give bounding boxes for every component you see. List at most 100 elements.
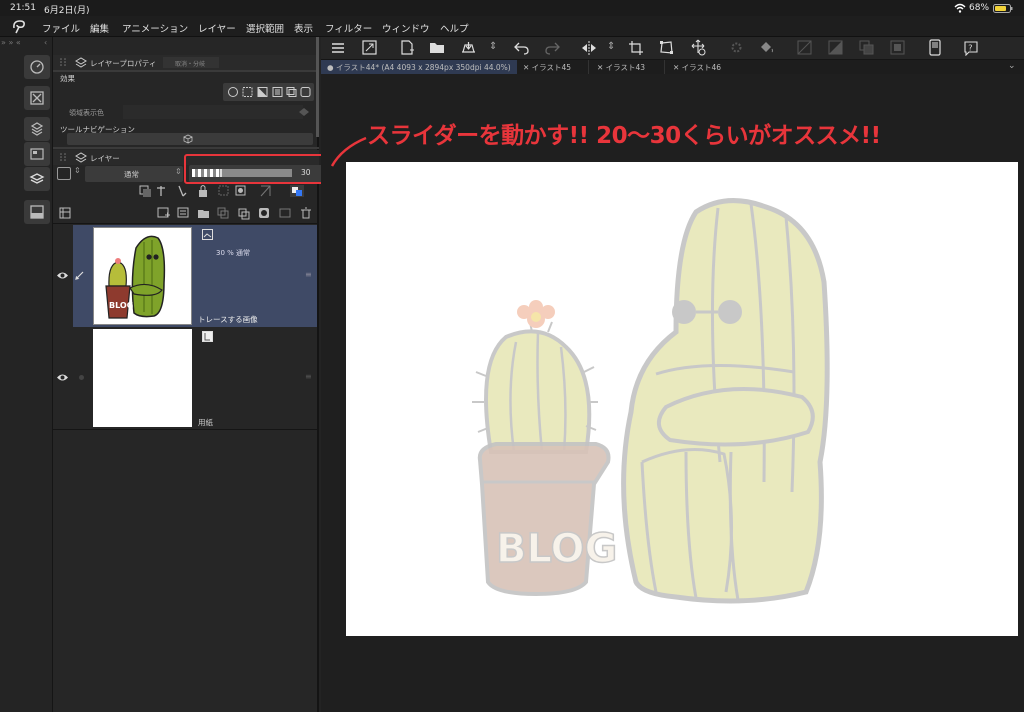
color-set-icon bbox=[30, 148, 44, 160]
layer-tab[interactable]: レイヤー bbox=[90, 153, 120, 167]
chevron-down-icon[interactable]: ⌄ bbox=[1008, 61, 1016, 71]
bucket-icon[interactable] bbox=[297, 107, 311, 118]
eye-icon[interactable] bbox=[56, 271, 69, 280]
layer-row-selected[interactable]: BLOG 30 % 通常 トレースする画像 ≡ bbox=[53, 225, 317, 327]
eye-icon-paper[interactable] bbox=[56, 373, 69, 382]
pen-icon[interactable] bbox=[75, 270, 85, 280]
device-icon[interactable] bbox=[928, 39, 942, 56]
layer-list-toggle-icon[interactable] bbox=[59, 207, 71, 219]
fill-icon[interactable] bbox=[758, 40, 775, 55]
menu-help[interactable]: ヘルプ bbox=[440, 21, 469, 35]
layer-panel-button[interactable] bbox=[24, 167, 50, 191]
document-tab-bar: ● イラスト44* (A4 4093 x 2894px 350dpi 44.0%… bbox=[321, 60, 1024, 74]
tab-label-43: イラスト43 bbox=[605, 63, 646, 72]
annotation-pointer-line bbox=[330, 136, 367, 167]
copy-selection-icon[interactable] bbox=[859, 40, 874, 55]
svg-text:BLOG: BLOG bbox=[109, 301, 133, 310]
tab-illust-45[interactable]: ✕ イラスト45 bbox=[519, 60, 589, 74]
color-set-button[interactable] bbox=[24, 142, 50, 166]
menu-view[interactable]: 表示 bbox=[294, 21, 313, 35]
blend-stepper-icon: ⇕ bbox=[175, 167, 182, 176]
drag-handle-icon[interactable] bbox=[59, 57, 67, 67]
paper-layer-icon bbox=[202, 331, 213, 342]
layer-thumbnail: BLOG bbox=[93, 227, 192, 325]
lock-transparency-toggle[interactable] bbox=[57, 167, 71, 180]
settings-icon-disabled[interactable] bbox=[729, 40, 744, 55]
pot-text: BLOG bbox=[496, 526, 617, 572]
cactus-thumbnail-image: BLOG bbox=[105, 235, 166, 319]
menu-animation[interactable]: アニメーション bbox=[122, 21, 188, 35]
navigator-button[interactable] bbox=[24, 55, 50, 79]
tab-label-46: イラスト46 bbox=[681, 63, 722, 72]
menu-filter[interactable]: フィルター bbox=[325, 21, 372, 35]
drag-handle-icon-2[interactable] bbox=[59, 152, 67, 162]
sub-tool-button[interactable] bbox=[24, 86, 50, 110]
crop-icon[interactable] bbox=[628, 40, 643, 56]
effect-icons[interactable] bbox=[227, 86, 311, 98]
display-color-field[interactable] bbox=[123, 105, 303, 119]
paper-lock-dot[interactable] bbox=[79, 375, 84, 380]
move-layer-icon[interactable] bbox=[690, 39, 707, 56]
menu-layer[interactable]: レイヤー bbox=[198, 21, 236, 35]
layer-name: トレースする画像 bbox=[198, 315, 258, 324]
menu-icon[interactable] bbox=[331, 42, 345, 54]
effects-button-group bbox=[223, 83, 314, 101]
layer-tools-row-2[interactable] bbox=[157, 206, 321, 220]
material-button[interactable] bbox=[24, 117, 50, 141]
paper-thumbnail bbox=[93, 329, 192, 427]
layer-drag-handle-icon[interactable]: ≡ bbox=[305, 270, 312, 279]
menu-selection[interactable]: 選択範囲 bbox=[246, 21, 284, 35]
layer-info: 30 % 通常 bbox=[216, 249, 251, 257]
transform-icon[interactable] bbox=[659, 40, 674, 56]
save-stepper-icon[interactable]: ⇕ bbox=[489, 41, 497, 52]
panel-divider-2 bbox=[53, 147, 319, 149]
stepper-icon[interactable]: ⇕ bbox=[74, 166, 81, 175]
layer-list-top-border bbox=[53, 223, 319, 224]
main-toolbar: ⇕ ⇕ ? bbox=[321, 37, 1024, 60]
navigator-icon bbox=[30, 60, 44, 74]
layer-tools-row-1[interactable] bbox=[139, 184, 315, 198]
menu-window[interactable]: ウィンドウ bbox=[382, 21, 430, 35]
panel-divider bbox=[53, 70, 319, 72]
help-icon[interactable]: ? bbox=[963, 40, 979, 56]
invert-selection-icon[interactable] bbox=[828, 40, 843, 55]
tab-illust-43[interactable]: ✕ イラスト43 bbox=[593, 60, 665, 74]
layers-icon bbox=[29, 173, 45, 184]
open-folder-icon[interactable] bbox=[429, 40, 446, 55]
close-icon[interactable]: ✕ bbox=[523, 63, 532, 72]
menu-file[interactable]: ファイル bbox=[42, 21, 80, 35]
redo-icon[interactable] bbox=[545, 41, 560, 55]
trash-icon bbox=[301, 207, 311, 219]
close-icon-3[interactable]: ✕ bbox=[673, 63, 682, 72]
new-file-icon[interactable] bbox=[400, 40, 415, 56]
menu-edit[interactable]: 編集 bbox=[90, 21, 109, 35]
undo-history-tab[interactable]: 取消・分岐 bbox=[163, 57, 219, 68]
status-date: 6月2日(月) bbox=[44, 6, 90, 16]
tool-nav-icon bbox=[183, 134, 193, 144]
tab-illust-44[interactable]: ● イラスト44* (A4 4093 x 2894px 350dpi 44.0%… bbox=[321, 60, 517, 74]
undo-icon[interactable] bbox=[514, 41, 529, 55]
wifi-icon bbox=[954, 3, 966, 13]
svg-text:?: ? bbox=[968, 44, 972, 53]
paper-layer-name: 用紙 bbox=[198, 418, 213, 427]
layer-property-button[interactable] bbox=[24, 200, 50, 224]
collapse-left-icon[interactable]: ‹ bbox=[44, 38, 47, 47]
paper-drag-handle-icon[interactable]: ≡ bbox=[305, 372, 312, 381]
flip-horizontal-icon[interactable] bbox=[581, 40, 597, 56]
status-time: 21:51 bbox=[10, 3, 36, 13]
clear-selection-icon[interactable] bbox=[797, 40, 812, 55]
blend-mode-select[interactable]: 通常 ⇕ bbox=[85, 166, 183, 182]
layer-row-paper[interactable]: 用紙 ≡ bbox=[53, 327, 317, 430]
save-icon[interactable] bbox=[460, 40, 477, 55]
canvas-paper[interactable]: BLOG bbox=[346, 162, 1018, 636]
panel-scrollbar[interactable] bbox=[316, 37, 319, 137]
app-logo-icon[interactable] bbox=[11, 19, 27, 34]
flip-stepper-icon[interactable]: ⇕ bbox=[607, 41, 615, 52]
fullscreen-icon[interactable] bbox=[362, 40, 377, 55]
tab-illust-46[interactable]: ✕ イラスト46 bbox=[669, 60, 741, 74]
tool-nav-bar[interactable] bbox=[67, 133, 313, 145]
close-icon-2[interactable]: ✕ bbox=[597, 63, 606, 72]
selection-border-icon[interactable] bbox=[890, 40, 905, 55]
tab-label-44: イラスト44* (A4 4093 x 2894px 350dpi 44.0%) bbox=[335, 63, 511, 72]
collapse-arrows-icon[interactable]: » » « bbox=[1, 38, 21, 47]
